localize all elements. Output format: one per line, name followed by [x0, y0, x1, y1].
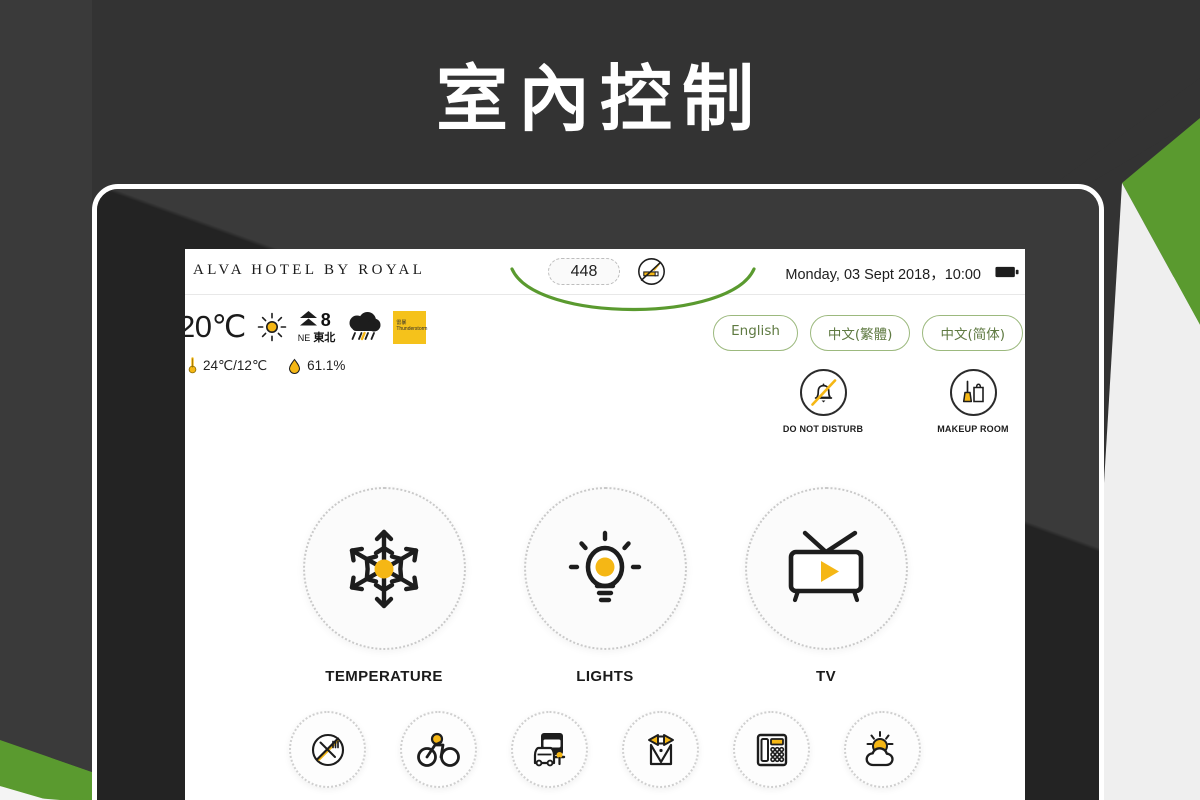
lang-english[interactable]: English — [713, 315, 798, 351]
tablet-device: ALVA HOTEL BY ROYAL 448 Monday, 03 Sept … — [92, 184, 1104, 800]
lightbulb-icon — [568, 530, 642, 602]
snowflake-icon — [349, 529, 419, 608]
makeup-room-broom-icon — [949, 369, 997, 416]
weather-primary-row: 20℃ 8 — [185, 309, 428, 345]
mini-tile-telephone[interactable] — [733, 711, 810, 788]
mini-tile-dining[interactable] — [289, 711, 366, 788]
service-label: DO NOT DISTURB — [782, 424, 864, 434]
tile-ring — [744, 487, 908, 650]
bicycle-icon — [416, 732, 460, 767]
telephone-icon — [756, 733, 787, 766]
tile-tv[interactable]: TV — [744, 487, 908, 685]
mini-tile-butler[interactable] — [622, 711, 699, 788]
screenshot-root: 室內控制 ALVA HOTEL BY ROYAL 448 Monday, 03 … — [0, 0, 1200, 800]
shuttle-car-icon — [533, 732, 565, 766]
tile-label: TV — [816, 668, 836, 685]
lang-traditional-chinese[interactable]: 中文(繁體) — [809, 315, 911, 351]
wind-indicator: 8 NE 東北 — [297, 310, 336, 344]
service-shortcut-row — [185, 711, 1025, 788]
tile-lights[interactable]: LIGHTS — [523, 487, 687, 685]
rain-cloud-icon — [349, 311, 381, 340]
no-smoking-icon — [638, 258, 665, 285]
no-dining-icon — [311, 733, 344, 766]
tile-label: TEMPERATURE — [325, 668, 443, 685]
sun-cloud-icon — [865, 730, 894, 766]
lang-simplified-chinese[interactable]: 中文(简体) — [922, 315, 1023, 351]
header-datetime: Monday, 03 Sept 2018，10:00 — [785, 267, 981, 283]
service-makeup-room[interactable]: MAKEUP ROOM — [925, 369, 1021, 434]
tile-ring — [523, 487, 687, 650]
language-selector: English 中文(繁體) 中文(简体) — [713, 315, 1023, 351]
screen-header: ALVA HOTEL BY ROYAL 448 Monday, 03 Sept … — [185, 249, 1025, 312]
service-request-row: DO NOT DISTURB MAKEUP ROOM — [775, 369, 1021, 434]
hotel-name: ALVA HOTEL BY ROYAL — [193, 262, 426, 278]
main-control-tiles: TEMPERATURE LIGHTS TV — [185, 487, 1025, 685]
tablet-screen: ALVA HOTEL BY ROYAL 448 Monday, 03 Sept … — [185, 249, 1025, 800]
thermometer-icon — [188, 357, 197, 374]
bowtie-butler-icon — [647, 733, 674, 765]
weather-secondary-row: 24℃/12℃ 61.1% — [187, 357, 345, 374]
weather-humidity: 61.1% — [307, 358, 346, 373]
wind-direction-zh: 東北 — [313, 332, 336, 344]
page-title: 室內控制 — [435, 57, 764, 141]
mini-tile-bicycle[interactable] — [400, 711, 477, 788]
weather-current-temp: 20℃ — [185, 309, 246, 344]
weather-temp-range: 24℃/12℃ — [203, 357, 268, 373]
room-number-badge: 448 — [548, 258, 620, 285]
service-label: MAKEUP ROOM — [937, 424, 1009, 434]
tile-label: LIGHTS — [576, 668, 634, 685]
mini-tile-transport[interactable] — [511, 711, 588, 788]
wind-direction-en: NE — [297, 333, 311, 343]
warning-label-en: Thunderstorm — [396, 326, 428, 332]
do-not-disturb-bell-icon — [799, 369, 847, 416]
television-icon — [788, 530, 864, 602]
wind-force: 8 — [320, 310, 331, 330]
service-do-not-disturb[interactable]: DO NOT DISTURB — [775, 369, 871, 434]
battery-icon — [995, 266, 1019, 278]
sun-icon — [257, 312, 287, 342]
wind-arrows-icon — [299, 311, 317, 326]
thunderstorm-warning-badge: 雷暴 Thunderstorm — [393, 310, 428, 344]
humidity-icon — [289, 358, 301, 374]
mini-tile-weather[interactable] — [844, 711, 921, 788]
tile-temperature[interactable]: TEMPERATURE — [302, 487, 466, 685]
tile-ring — [302, 487, 466, 650]
